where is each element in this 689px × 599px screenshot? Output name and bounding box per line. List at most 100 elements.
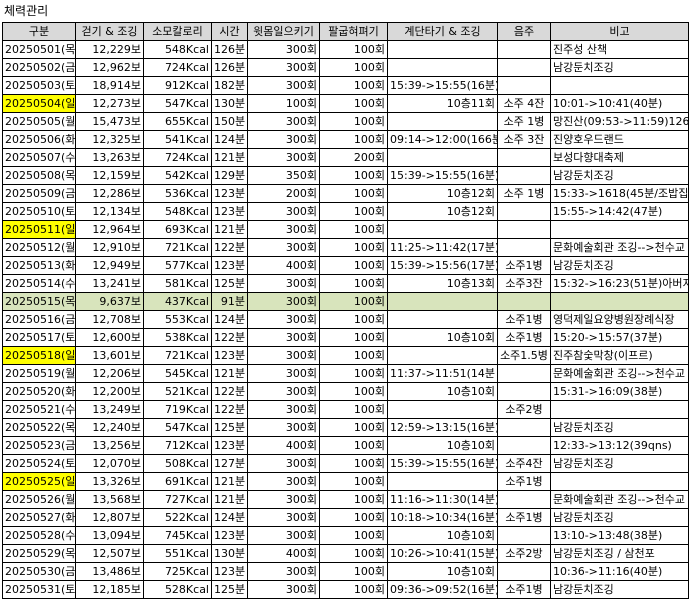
stairs-cell[interactable]: 10층10회	[387, 436, 498, 455]
pushups-cell[interactable]: 100회	[319, 364, 388, 383]
stairs-cell[interactable]	[387, 148, 498, 167]
situps-cell[interactable]: 300회	[247, 202, 320, 221]
stairs-cell[interactable]: 10층12회	[387, 184, 498, 203]
time-cell[interactable]: 121분	[211, 220, 248, 239]
pushups-cell[interactable]: 100회	[319, 166, 388, 185]
stairs-cell[interactable]: 09:14->12:00(166분)	[387, 130, 498, 149]
steps-cell[interactable]: 13,249보	[75, 400, 144, 419]
header-date[interactable]: 구분	[2, 22, 76, 41]
time-cell[interactable]: 150분	[211, 112, 248, 131]
stairs-cell[interactable]: 11:37->11:51(14분	[387, 364, 498, 383]
time-cell[interactable]: 124분	[211, 508, 248, 527]
situps-cell[interactable]: 100회	[247, 94, 320, 113]
date-cell[interactable]: 20250522(목)	[2, 418, 76, 437]
steps-cell[interactable]: 12,807보	[75, 508, 144, 527]
stairs-cell[interactable]: 10층11회	[387, 94, 498, 113]
time-cell[interactable]: 123분	[211, 184, 248, 203]
header-situps[interactable]: 윗몸일으키기	[247, 22, 320, 41]
situps-cell[interactable]: 300회	[247, 310, 320, 329]
situps-cell[interactable]: 300회	[247, 490, 320, 509]
stairs-cell[interactable]	[387, 58, 498, 77]
calories-cell[interactable]: 745Kcal	[143, 526, 212, 545]
stairs-cell[interactable]: 10층10회	[387, 382, 498, 401]
pushups-cell[interactable]: 100회	[319, 580, 388, 599]
drinking-cell[interactable]	[497, 220, 551, 239]
header-pushups[interactable]: 팔굽혀펴기	[319, 22, 388, 41]
pushups-cell[interactable]: 100회	[319, 490, 388, 509]
stairs-cell[interactable]: 12:59->13:15(16분)	[387, 418, 498, 437]
steps-cell[interactable]: 12,229보	[75, 40, 144, 59]
notes-cell[interactable]: 15:33->1618(45분/조밥집	[550, 184, 689, 203]
pushups-cell[interactable]: 100회	[319, 256, 388, 275]
situps-cell[interactable]: 200회	[247, 184, 320, 203]
pushups-cell[interactable]: 100회	[319, 454, 388, 473]
calories-cell[interactable]: 541Kcal	[143, 130, 212, 149]
date-cell[interactable]: 20250514(수)	[2, 274, 76, 293]
drinking-cell[interactable]	[497, 166, 551, 185]
pushups-cell[interactable]: 100회	[319, 310, 388, 329]
situps-cell[interactable]: 300회	[247, 508, 320, 527]
drinking-cell[interactable]	[497, 562, 551, 581]
date-cell[interactable]: 20250513(화)	[2, 256, 76, 275]
pushups-cell[interactable]: 100회	[319, 112, 388, 131]
pushups-cell[interactable]: 200회	[319, 148, 388, 167]
stairs-cell[interactable]: 15:39->15:55(16분)	[387, 454, 498, 473]
calories-cell[interactable]: 581Kcal	[143, 274, 212, 293]
date-cell[interactable]: 20250501(목)	[2, 40, 76, 59]
situps-cell[interactable]: 400회	[247, 256, 320, 275]
calories-cell[interactable]: 437Kcal	[143, 292, 212, 311]
steps-cell[interactable]: 12,185보	[75, 580, 144, 599]
calories-cell[interactable]: 721Kcal	[143, 238, 212, 257]
notes-cell[interactable]: 문화예술회관 조깅-->천수교	[550, 490, 689, 509]
notes-cell[interactable]: 15:32->16:23(51분)아버지기일	[550, 274, 689, 293]
date-cell[interactable]: 20250527(화)	[2, 508, 76, 527]
stairs-cell[interactable]: 11:16->11:30(14분)	[387, 490, 498, 509]
steps-cell[interactable]: 15,473보	[75, 112, 144, 131]
calories-cell[interactable]: 724Kcal	[143, 148, 212, 167]
situps-cell[interactable]: 300회	[247, 238, 320, 257]
situps-cell[interactable]: 300회	[247, 562, 320, 581]
header-drinking[interactable]: 음주	[497, 22, 551, 41]
steps-cell[interactable]: 12,910보	[75, 238, 144, 257]
date-cell[interactable]: 20250523(금)	[2, 436, 76, 455]
time-cell[interactable]: 126분	[211, 58, 248, 77]
drinking-cell[interactable]	[497, 490, 551, 509]
date-cell[interactable]: 20250524(토)	[2, 454, 76, 473]
situps-cell[interactable]: 300회	[247, 112, 320, 131]
pushups-cell[interactable]: 100회	[319, 94, 388, 113]
notes-cell[interactable]: 13:10->13:48(38분)	[550, 526, 689, 545]
drinking-cell[interactable]	[497, 364, 551, 383]
time-cell[interactable]: 91분	[211, 292, 248, 311]
steps-cell[interactable]: 12,206보	[75, 364, 144, 383]
situps-cell[interactable]: 400회	[247, 436, 320, 455]
notes-cell[interactable]: 12:33->13:12(39qns)	[550, 436, 689, 455]
steps-cell[interactable]: 13,241보	[75, 274, 144, 293]
time-cell[interactable]: 123분	[211, 526, 248, 545]
calories-cell[interactable]: 547Kcal	[143, 94, 212, 113]
stairs-cell[interactable]: 15:39->15:55(16분)	[387, 76, 498, 95]
pushups-cell[interactable]: 100회	[319, 526, 388, 545]
time-cell[interactable]: 123분	[211, 436, 248, 455]
steps-cell[interactable]: 12,070보	[75, 454, 144, 473]
calories-cell[interactable]: 548Kcal	[143, 202, 212, 221]
time-cell[interactable]: 123분	[211, 346, 248, 365]
stairs-cell[interactable]	[387, 292, 498, 311]
drinking-cell[interactable]: 소주 4잔	[497, 94, 551, 113]
situps-cell[interactable]: 300회	[247, 364, 320, 383]
notes-cell[interactable]: 남강둔치조깅	[550, 256, 689, 275]
date-cell[interactable]: 20250504(일)	[2, 94, 76, 113]
notes-cell[interactable]	[550, 220, 689, 239]
time-cell[interactable]: 124분	[211, 130, 248, 149]
situps-cell[interactable]: 300회	[247, 526, 320, 545]
notes-cell[interactable]	[550, 76, 689, 95]
steps-cell[interactable]: 13,094보	[75, 526, 144, 545]
stairs-cell[interactable]	[387, 40, 498, 59]
stairs-cell[interactable]	[387, 112, 498, 131]
drinking-cell[interactable]	[497, 58, 551, 77]
steps-cell[interactable]: 18,914보	[75, 76, 144, 95]
date-cell[interactable]: 20250528(수)	[2, 526, 76, 545]
date-cell[interactable]: 20250517(토)	[2, 328, 76, 347]
stairs-cell[interactable]: 15:39->15:55(16분)	[387, 166, 498, 185]
calories-cell[interactable]: 719Kcal	[143, 400, 212, 419]
time-cell[interactable]: 124분	[211, 310, 248, 329]
